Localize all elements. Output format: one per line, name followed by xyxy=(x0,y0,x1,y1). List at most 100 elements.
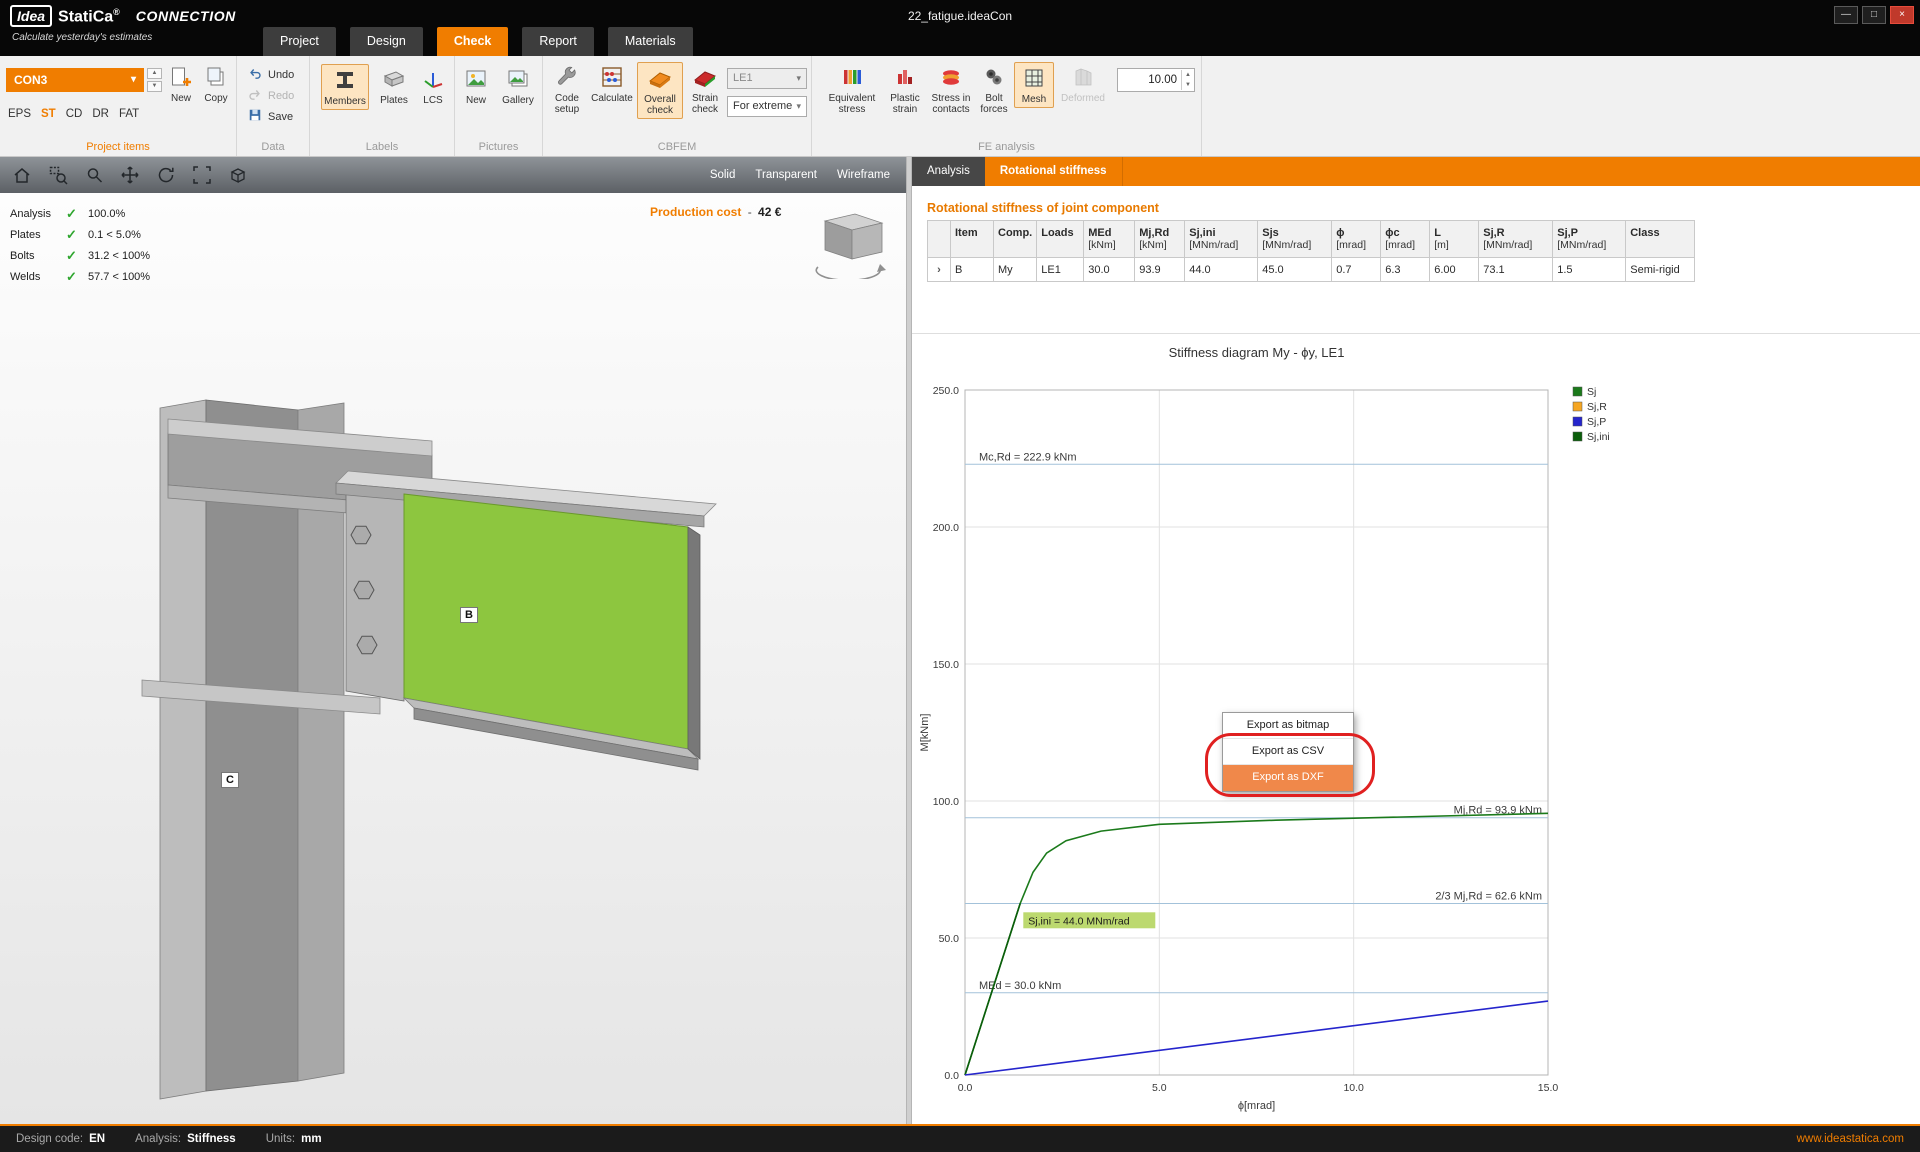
chart-title: Stiffness diagram My - ϕy, LE1 xyxy=(1169,345,1345,360)
plates-icon xyxy=(381,66,407,92)
group-label-labels: Labels xyxy=(365,141,399,153)
stress-in-contacts-button[interactable]: Stress in contacts xyxy=(928,64,974,115)
plastic-strain-button[interactable]: Plastic strain xyxy=(884,64,926,115)
beam-end-face xyxy=(687,526,701,760)
check-row-plates[interactable]: Plates ✓ 0.1 < 5.0% xyxy=(10,224,150,245)
member-label-c[interactable]: C xyxy=(221,772,239,788)
clipping-plane-button[interactable] xyxy=(226,163,250,187)
copy-item-button[interactable]: Copy xyxy=(200,64,232,104)
svg-text:2/3 Mj,Rd = 62.6 kNm: 2/3 Mj,Rd = 62.6 kNm xyxy=(1435,890,1542,902)
mesh-icon xyxy=(1021,65,1047,91)
load-case-combo[interactable]: LE1 ▾ xyxy=(727,68,807,89)
equivalent-stress-button[interactable]: Equivalent stress xyxy=(823,64,881,115)
navigation-cube[interactable] xyxy=(800,209,900,279)
connection-3d-model[interactable] xyxy=(0,193,906,1124)
table-cell: 6.3 xyxy=(1380,257,1431,282)
bolt-forces-button[interactable]: Bolt forces xyxy=(975,64,1013,115)
close-button[interactable]: × xyxy=(1890,6,1914,24)
undo-button[interactable]: Undo xyxy=(248,67,294,82)
tab-check[interactable]: Check xyxy=(436,27,509,56)
chevron-down-icon: ▾ xyxy=(796,101,801,111)
member-label-b[interactable]: B xyxy=(460,607,478,623)
table-cell: 45.0 xyxy=(1257,257,1333,282)
project-item-combo-value: CON3 xyxy=(14,73,48,87)
mode-dr[interactable]: DR xyxy=(92,108,109,120)
picture-new-button[interactable]: New xyxy=(458,66,494,106)
deformed-scale-spinner[interactable]: 10.00 ▲ ▼ xyxy=(1117,68,1195,92)
ribbon-group-cbfem: Code setup Calculate Overall check Strai… xyxy=(543,56,812,156)
mode-fat[interactable]: FAT xyxy=(119,108,139,120)
lcs-label-button[interactable]: LCS xyxy=(416,66,450,106)
gallery-button[interactable]: Gallery xyxy=(497,66,539,106)
bolt-icon[interactable] xyxy=(350,525,372,545)
menu-item-export-csv[interactable]: Export as CSV xyxy=(1223,739,1353,765)
redo-icon xyxy=(248,87,262,104)
bolt-icon[interactable] xyxy=(353,580,375,600)
tab-project[interactable]: Project xyxy=(263,27,336,56)
table-header-cell: MEd [kNm] xyxy=(1083,220,1136,258)
mode-eps[interactable]: EPS xyxy=(8,108,31,120)
view-mode-transparent[interactable]: Transparent xyxy=(755,169,817,181)
calculate-icon xyxy=(599,64,625,90)
strain-check-button[interactable]: Strain check xyxy=(685,64,725,115)
website-link[interactable]: www.ideastatica.com xyxy=(1797,1133,1904,1145)
pan-button[interactable] xyxy=(118,163,142,187)
bolt-forces-icon xyxy=(981,64,1007,90)
overall-check-button[interactable]: Overall check xyxy=(637,62,683,119)
svg-text:15.0: 15.0 xyxy=(1538,1082,1559,1094)
project-item-down-button[interactable]: ▼ xyxy=(147,81,162,92)
save-button[interactable]: Save xyxy=(248,109,294,124)
zoom-window-button[interactable] xyxy=(46,163,70,187)
zoom-fit-button[interactable] xyxy=(190,163,214,187)
project-item-combo[interactable]: CON3 ▾ xyxy=(6,68,144,92)
deformed-button[interactable]: Deformed xyxy=(1056,64,1110,104)
series-Sj,P xyxy=(964,1000,1549,1076)
project-item-up-button[interactable]: ▲ xyxy=(147,68,162,79)
rotate-button[interactable] xyxy=(154,163,178,187)
view-mode-solid[interactable]: Solid xyxy=(710,169,736,181)
bolt-icon[interactable] xyxy=(356,635,378,655)
zoom-button[interactable] xyxy=(82,163,106,187)
minimize-button[interactable]: — xyxy=(1834,6,1858,24)
spinner-arrows[interactable]: ▲ ▼ xyxy=(1181,70,1194,90)
svg-text:200.0: 200.0 xyxy=(933,522,959,534)
menu-item-export-bitmap[interactable]: Export as bitmap xyxy=(1223,713,1353,739)
check-row-welds[interactable]: Welds ✓ 57.7 < 100% xyxy=(10,266,150,287)
ribbon-tab-bar: Project Design Check Report Materials xyxy=(263,27,693,56)
tab-rotational-stiffness[interactable]: Rotational stiffness xyxy=(985,157,1123,186)
save-icon xyxy=(248,108,262,125)
check-row-analysis[interactable]: Analysis ✓ 100.0% xyxy=(10,203,150,224)
group-label-data: Data xyxy=(261,141,285,153)
tab-report[interactable]: Report xyxy=(522,27,594,56)
tab-design[interactable]: Design xyxy=(349,27,423,56)
mode-st[interactable]: ST xyxy=(41,108,56,120)
svg-text:150.0: 150.0 xyxy=(933,659,959,671)
maximize-button[interactable]: □ xyxy=(1862,6,1886,24)
new-item-button[interactable]: New xyxy=(166,64,196,104)
table-header-cell: L [m] xyxy=(1429,220,1480,258)
mesh-button[interactable]: Mesh xyxy=(1014,62,1054,108)
table-header-cell: Loads xyxy=(1036,220,1085,258)
tab-materials[interactable]: Materials xyxy=(607,27,693,56)
members-label-button[interactable]: Members xyxy=(321,64,369,110)
view-mode-wireframe[interactable]: Wireframe xyxy=(837,169,890,181)
check-row-bolts[interactable]: Bolts ✓ 31.2 < 100% xyxy=(10,245,150,266)
row-expander-icon[interactable]: › xyxy=(927,257,951,282)
table-cell: 6.00 xyxy=(1429,257,1480,282)
table-header-cell: Sj,R [MNm/rad] xyxy=(1478,220,1554,258)
home-view-button[interactable] xyxy=(10,163,34,187)
tab-analysis-results[interactable]: Analysis xyxy=(912,157,985,186)
overall-check-icon xyxy=(647,65,673,91)
code-setup-button[interactable]: Code setup xyxy=(547,64,587,115)
table-cell: Semi-rigid xyxy=(1625,257,1696,282)
x-axis-label: ϕ[mrad] xyxy=(1238,1100,1275,1112)
calculate-button[interactable]: Calculate xyxy=(589,64,635,104)
window-controls: — □ × xyxy=(1834,6,1914,24)
plates-label-button[interactable]: Plates xyxy=(374,66,414,106)
ribbon-group-data: Undo Redo Save Data xyxy=(237,56,310,156)
3d-viewport[interactable]: Solid Transparent Wireframe Analysis ✓ 1… xyxy=(0,157,906,1124)
menu-item-export-dxf[interactable]: Export as DXF xyxy=(1223,765,1353,791)
extreme-combo[interactable]: For extreme ▾ xyxy=(727,96,807,117)
mode-cd[interactable]: CD xyxy=(66,108,83,120)
redo-button[interactable]: Redo xyxy=(248,88,294,103)
